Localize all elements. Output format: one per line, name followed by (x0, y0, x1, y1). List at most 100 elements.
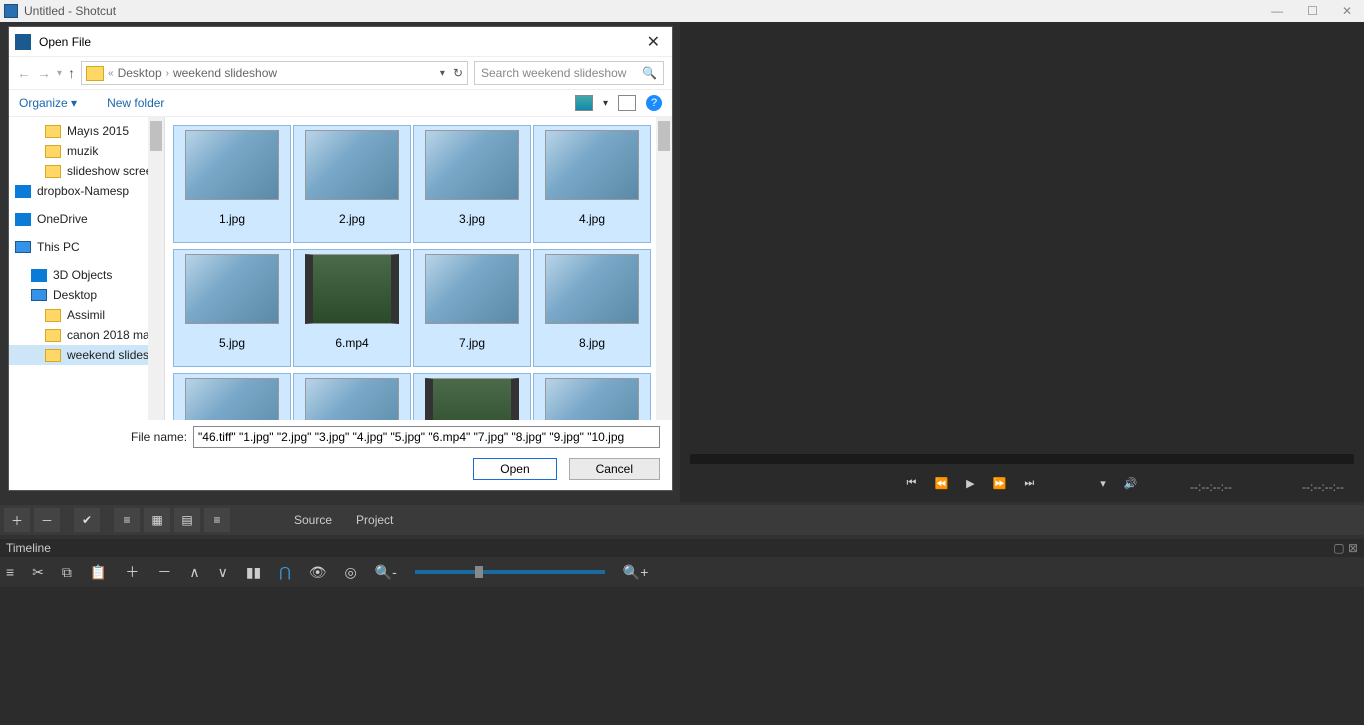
file-item-6[interactable]: 7.jpg (413, 249, 531, 367)
forward-icon[interactable]: ⏩ (993, 477, 1007, 490)
address-bar[interactable]: « Desktop › weekend slideshow ▾ ↻ (81, 61, 468, 85)
tree-scrollbar[interactable] (148, 117, 164, 420)
lift-icon[interactable]: ∧ (189, 564, 199, 581)
skip-next-icon[interactable]: ⏭ (1024, 477, 1034, 490)
fold-icon (45, 145, 61, 158)
player-timecodes: --:--:--:-- --:--:--:-- (1190, 480, 1344, 494)
file-thumb (425, 378, 519, 420)
tree-node-8[interactable]: Assimil (9, 305, 164, 325)
play-icon[interactable]: ▶ (966, 477, 974, 490)
tree-node-2[interactable]: slideshow screen (9, 161, 164, 181)
tree-node-label: Desktop (53, 288, 97, 302)
remove-button[interactable]: － (34, 508, 60, 532)
overwrite-icon[interactable]: ∨ (218, 564, 228, 581)
organize-button[interactable]: Organize ▾ (19, 96, 77, 110)
refresh-icon[interactable]: ↻ (453, 66, 463, 80)
tab-source[interactable]: Source (294, 513, 332, 527)
grid-view-button[interactable]: ▦ (144, 508, 170, 532)
zoom-in-icon[interactable]: 🔍+ (623, 564, 649, 581)
file-item-10[interactable] (413, 373, 531, 420)
tree-node-4[interactable]: OneDrive (9, 209, 164, 229)
remove-icon[interactable]: － (157, 562, 171, 582)
timeline-body[interactable] (0, 587, 1364, 725)
tree-node-3[interactable]: dropbox-Namesp (9, 181, 164, 201)
zoom-out-icon[interactable]: 🔍- (375, 564, 397, 581)
close-icon[interactable]: ✕ (1342, 4, 1352, 18)
split-icon[interactable]: ▮▮ (246, 564, 261, 581)
minimize-icon[interactable]: — (1271, 4, 1283, 18)
file-item-4[interactable]: 5.jpg (173, 249, 291, 367)
new-folder-button[interactable]: New folder (107, 96, 164, 110)
ripple-icon[interactable]: ◎ (345, 564, 357, 581)
tree-node-1[interactable]: muzik (9, 141, 164, 161)
volume-icon[interactable]: 🔊 (1124, 477, 1138, 490)
file-item-11[interactable] (533, 373, 651, 420)
view-mode-dropdown-icon[interactable]: ▾ (603, 98, 608, 109)
files-scrollbar[interactable] (656, 117, 672, 420)
menu-icon[interactable]: ≡ (6, 564, 14, 580)
search-box[interactable]: 🔍 (474, 61, 664, 85)
maximize-icon[interactable]: ☐ (1307, 4, 1318, 18)
timeline-header-controls[interactable]: ▢ ⊠ (1333, 541, 1358, 555)
tree-node-7[interactable]: Desktop (9, 285, 164, 305)
tree-node-label: muzik (67, 144, 98, 158)
timeline-label: Timeline (6, 541, 51, 555)
tree-node-0[interactable]: Mayıs 2015 (9, 121, 164, 141)
breadcrumb-seg-0[interactable]: Desktop (118, 66, 162, 80)
cut-icon[interactable]: ✂ (32, 564, 44, 581)
file-item-3[interactable]: 4.jpg (533, 125, 651, 243)
scrub-icon[interactable]: 👁 (309, 564, 327, 581)
dialog-close-button[interactable]: ✕ (641, 32, 666, 52)
nav-up-icon[interactable]: ↑ (68, 65, 75, 81)
tree-node-label: dropbox-Namesp (37, 184, 129, 198)
snap-icon[interactable]: ⋂ (279, 564, 290, 581)
append-icon[interactable]: ＋ (125, 562, 139, 582)
file-thumb (545, 130, 639, 200)
tree-node-5[interactable]: This PC (9, 237, 164, 257)
file-name-input[interactable] (193, 426, 660, 448)
search-icon[interactable]: 🔍 (642, 66, 657, 80)
folder-tree[interactable]: Mayıs 2015 muzik slideshow screen dropbox-N… (9, 117, 165, 420)
view-mode-icon[interactable] (575, 95, 593, 111)
preview-pane-icon[interactable] (618, 95, 636, 111)
mid-toolbar: ＋ － ✔ ≡ ▦ ▤ ≡ Source Project (0, 505, 1364, 535)
tree-node-6[interactable]: 3D Objects (9, 265, 164, 285)
file-thumb (305, 378, 399, 420)
rewind-icon[interactable]: ⏪ (934, 477, 948, 490)
nav-history-icon[interactable]: ▾ (57, 68, 62, 79)
copy-icon[interactable]: ⧉ (62, 564, 72, 581)
player-seekbar[interactable] (690, 454, 1354, 464)
search-input[interactable] (481, 66, 642, 80)
zoom-slider[interactable] (415, 570, 605, 574)
tree-node-9[interactable]: canon 2018 ma (9, 325, 164, 345)
check-button[interactable]: ✔ (74, 508, 100, 532)
file-thumb (425, 130, 519, 200)
file-item-0[interactable]: 1.jpg (173, 125, 291, 243)
breadcrumb-seg-1[interactable]: weekend slideshow (173, 66, 277, 80)
help-icon[interactable]: ? (646, 95, 662, 111)
list-view-button[interactable]: ≡ (114, 508, 140, 532)
file-item-5[interactable]: 6.mp4 (293, 249, 411, 367)
menu-button[interactable]: ≡ (204, 508, 230, 532)
paste-icon[interactable]: 📋 (90, 564, 107, 581)
file-item-1[interactable]: 2.jpg (293, 125, 411, 243)
tree-node-label: This PC (37, 240, 80, 254)
file-thumb (305, 130, 399, 200)
chevron-down-icon[interactable]: ▾ (1100, 477, 1106, 490)
cancel-button[interactable]: Cancel (569, 458, 660, 480)
file-name-label: 6.mp4 (335, 336, 368, 350)
file-grid-area[interactable]: 1.jpg2.jpg3.jpg4.jpg 5.jpg 6.mp4 7.jpg8.jpg (165, 117, 672, 420)
add-button[interactable]: ＋ (4, 508, 30, 532)
nav-back-icon[interactable]: ← (17, 65, 31, 81)
file-item-9[interactable] (293, 373, 411, 420)
tree-node-10[interactable]: weekend slides (9, 345, 164, 365)
address-dropdown-icon[interactable]: ▾ (440, 68, 445, 79)
skip-prev-icon[interactable]: ⏮ (907, 477, 917, 490)
open-button[interactable]: Open (473, 458, 556, 480)
nav-forward-icon[interactable]: → (37, 65, 51, 81)
detail-view-button[interactable]: ▤ (174, 508, 200, 532)
file-item-2[interactable]: 3.jpg (413, 125, 531, 243)
file-item-8[interactable] (173, 373, 291, 420)
file-item-7[interactable]: 8.jpg (533, 249, 651, 367)
tab-project[interactable]: Project (356, 513, 393, 527)
